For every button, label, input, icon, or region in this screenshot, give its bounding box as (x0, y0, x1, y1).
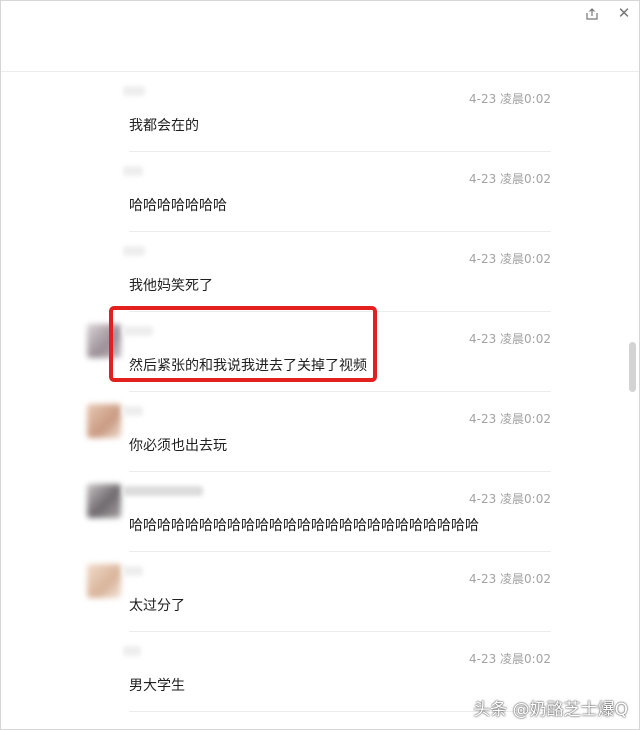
message-text[interactable]: 你必须也出去玩 (129, 435, 227, 455)
watermark: 头条 @奶酪芝士爆Q (473, 700, 628, 720)
message-text[interactable]: 我他妈笑死了 (129, 275, 213, 295)
sender-name-redacted (123, 86, 145, 96)
message-text[interactable]: 哈哈哈哈哈哈哈 (129, 195, 227, 215)
share-icon[interactable] (585, 7, 599, 21)
message-timestamp: 4-23 凌晨0:02 (469, 252, 551, 266)
message-item: 4-23 凌晨0:02 我他妈笑死了 (1, 232, 639, 312)
message-item: 4-23 凌晨0:02 你必须也出去玩 (1, 392, 639, 472)
avatar[interactable] (87, 564, 121, 598)
sender-name-redacted (123, 566, 143, 576)
sender-name-redacted (123, 646, 141, 656)
message-item: 4-23 凌晨0:02 太过分了 (1, 552, 639, 632)
avatar[interactable] (87, 484, 121, 518)
message-text[interactable]: 哈哈哈哈哈哈哈哈哈哈哈哈哈哈哈哈哈哈哈哈哈哈哈哈哈 (129, 515, 479, 535)
message-text[interactable]: 我都会在的 (129, 115, 199, 135)
message-timestamp: 4-23 凌晨0:02 (469, 492, 551, 506)
sender-name-redacted (123, 246, 145, 256)
message-timestamp: 4-23 凌晨0:02 (469, 412, 551, 426)
sender-name-redacted (123, 166, 143, 176)
close-icon[interactable]: ✕ (617, 6, 631, 21)
sender-name-redacted (123, 486, 203, 496)
message-text[interactable]: 太过分了 (129, 595, 185, 615)
message-timestamp: 4-23 凌晨0:02 (469, 332, 551, 346)
message-history-list[interactable]: 4-23 凌晨0:02 我都会在的 4-23 凌晨0:02 哈哈哈哈哈哈哈 4-… (1, 72, 639, 729)
message-item: 4-23 凌晨0:02 我都会在的 (1, 72, 639, 152)
scrollbar-thumb[interactable] (629, 342, 636, 392)
avatar[interactable] (87, 404, 121, 438)
message-timestamp: 4-23 凌晨0:02 (469, 572, 551, 586)
message-timestamp: 4-23 凌晨0:02 (469, 92, 551, 106)
message-item: 4-23 凌晨0:02 哈哈哈哈哈哈哈 (1, 152, 639, 232)
highlight-box (109, 306, 377, 382)
window-titlebar: ✕ (1, 1, 639, 72)
message-item: 4-23 凌晨0:02 哈哈哈哈哈哈哈哈哈哈哈哈哈哈哈哈哈哈哈哈哈哈哈哈哈 (1, 472, 639, 552)
message-timestamp: 4-23 凌晨0:02 (469, 652, 551, 666)
sender-name-redacted (123, 406, 143, 416)
message-timestamp: 4-23 凌晨0:02 (469, 172, 551, 186)
message-text[interactable]: 男大学生 (129, 675, 185, 695)
